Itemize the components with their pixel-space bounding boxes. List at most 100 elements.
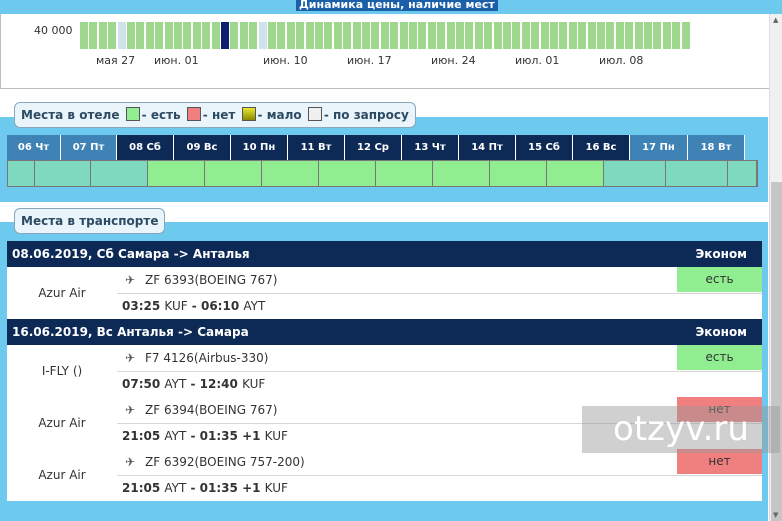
price-bar[interactable] <box>465 22 474 49</box>
price-bar[interactable] <box>521 22 530 49</box>
price-bar[interactable] <box>230 22 239 49</box>
price-bar[interactable] <box>258 22 267 49</box>
price-bar[interactable] <box>390 22 399 49</box>
price-bar[interactable] <box>164 22 173 49</box>
price-bar[interactable] <box>183 22 192 49</box>
price-bar[interactable] <box>681 22 690 49</box>
price-bar[interactable] <box>597 22 605 49</box>
price-bar[interactable] <box>268 22 276 49</box>
price-bar[interactable] <box>474 22 483 49</box>
price-bar[interactable] <box>427 22 436 49</box>
price-bar[interactable] <box>559 22 568 49</box>
hotel-day-header[interactable]: 15 Сб <box>516 135 573 160</box>
price-bar[interactable] <box>98 22 107 49</box>
hotel-day-cell[interactable] <box>205 161 262 186</box>
price-bar[interactable] <box>277 22 286 49</box>
price-bar[interactable] <box>108 22 117 49</box>
hotel-day-header[interactable]: 09 Вс <box>174 135 231 160</box>
price-bar[interactable] <box>145 22 154 49</box>
price-bar[interactable] <box>202 22 211 49</box>
hotel-day-cell[interactable] <box>728 161 757 186</box>
hotel-day-header[interactable]: 08 Сб <box>117 135 174 160</box>
hotel-day-header[interactable]: 16 Вс <box>573 135 630 160</box>
hotel-day-header[interactable]: 10 Пн <box>231 135 288 160</box>
hotel-day-cell[interactable] <box>319 161 376 186</box>
price-bar[interactable] <box>333 22 342 49</box>
hotel-day-cell[interactable] <box>35 161 91 186</box>
price-bar[interactable] <box>399 22 408 49</box>
price-bar[interactable] <box>512 22 521 49</box>
hotel-day-cell[interactable] <box>262 161 319 186</box>
hotel-day-cell[interactable] <box>148 161 205 186</box>
hotel-day-header[interactable]: 14 Пт <box>459 135 516 160</box>
scrollbar-thumb[interactable] <box>771 182 782 521</box>
price-bar[interactable] <box>550 22 558 49</box>
price-bar[interactable] <box>155 22 164 49</box>
hotel-day-cell[interactable] <box>8 161 35 186</box>
price-bar[interactable] <box>380 22 389 49</box>
price-bar[interactable] <box>418 22 427 49</box>
price-bar[interactable] <box>239 22 248 49</box>
hotel-day-header[interactable]: 07 Пт <box>61 135 117 160</box>
hotel-day-header[interactable]: 12 Ср <box>345 135 402 160</box>
flight-row[interactable]: Azur Air ✈ ZF 6393(BOEING 767) есть 03:25… <box>7 267 762 319</box>
price-bar[interactable] <box>615 22 624 49</box>
price-bar[interactable] <box>286 22 295 49</box>
price-bar[interactable] <box>352 22 361 49</box>
arr-time: 12:40 <box>199 377 238 391</box>
price-bar[interactable] <box>672 22 681 49</box>
price-bar[interactable] <box>484 22 493 49</box>
hotel-day-cell[interactable] <box>91 161 148 186</box>
price-bar[interactable] <box>221 22 229 49</box>
price-bar[interactable] <box>80 22 88 49</box>
price-bar[interactable] <box>136 22 145 49</box>
hotel-day-cell[interactable] <box>490 161 547 186</box>
price-bar[interactable] <box>249 22 258 49</box>
price-bar[interactable] <box>174 22 182 49</box>
scroll-up-arrow-icon[interactable]: ▲ <box>773 16 778 24</box>
price-bar[interactable] <box>409 22 417 49</box>
price-bar[interactable] <box>89 22 98 49</box>
price-bar[interactable] <box>531 22 540 49</box>
hotel-day-cell[interactable] <box>547 161 604 186</box>
price-bar[interactable] <box>446 22 455 49</box>
hotel-day-header[interactable]: 13 Чт <box>402 135 459 160</box>
price-bar[interactable] <box>343 22 352 49</box>
price-bar[interactable] <box>362 22 370 49</box>
price-bar[interactable] <box>578 22 587 49</box>
hotel-day-header[interactable]: 18 Вт <box>688 135 745 160</box>
price-bar[interactable] <box>493 22 502 49</box>
hotel-day-cell[interactable] <box>433 161 490 186</box>
flight-row[interactable]: I-FLY () ✈ F7 4126(Airbus-330) есть 07:50… <box>7 345 762 397</box>
price-bar[interactable] <box>634 22 643 49</box>
price-bar[interactable] <box>606 22 615 49</box>
price-bar[interactable] <box>296 22 305 49</box>
flight-row[interactable]: Azur Air ✈ ZF 6392(BOEING 757-200) нет 21… <box>7 449 762 501</box>
price-bar[interactable] <box>568 22 577 49</box>
price-bar[interactable] <box>456 22 464 49</box>
hotel-day-cell[interactable] <box>376 161 433 186</box>
price-bar[interactable] <box>211 22 220 49</box>
price-bar[interactable] <box>315 22 323 49</box>
hotel-day-cell[interactable] <box>666 161 728 186</box>
price-bar[interactable] <box>662 22 671 49</box>
price-bar[interactable] <box>305 22 314 49</box>
flight-info: ✈ ZF 6393(BOEING 767) есть <box>117 267 762 294</box>
hotel-day-header[interactable]: 11 Вт <box>288 135 345 160</box>
price-bar[interactable] <box>540 22 549 49</box>
price-bar[interactable] <box>625 22 634 49</box>
price-bar[interactable] <box>587 22 596 49</box>
price-bar[interactable] <box>644 22 652 49</box>
price-bar[interactable] <box>324 22 333 49</box>
price-bar[interactable] <box>653 22 662 49</box>
price-bar[interactable] <box>503 22 511 49</box>
price-bar[interactable] <box>127 22 135 49</box>
hotel-day-header[interactable]: 17 Пн <box>630 135 688 160</box>
price-bar[interactable] <box>117 22 126 49</box>
scroll-down-arrow-icon[interactable]: ▼ <box>773 511 778 519</box>
price-bar[interactable] <box>437 22 446 49</box>
hotel-day-cell[interactable] <box>604 161 666 186</box>
hotel-day-header[interactable]: 06 Чт <box>7 135 61 160</box>
price-bar[interactable] <box>192 22 201 49</box>
price-bar[interactable] <box>371 22 380 49</box>
